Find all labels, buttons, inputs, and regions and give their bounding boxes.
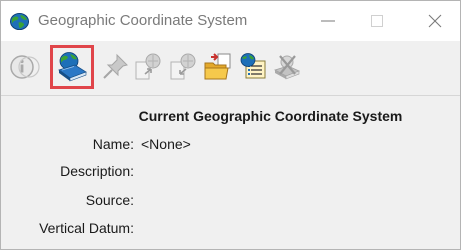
import-button[interactable] xyxy=(166,50,200,84)
import-icon xyxy=(170,53,196,80)
name-value: <None> xyxy=(141,136,191,152)
description-label: Description: xyxy=(60,163,134,179)
name-label: Name: xyxy=(92,136,134,152)
pin-button[interactable] xyxy=(99,50,133,84)
open-button[interactable] xyxy=(202,50,236,84)
maximize-button[interactable] xyxy=(364,8,390,34)
toolbar xyxy=(1,41,460,96)
select-coordinate-system-button[interactable] xyxy=(55,50,89,84)
export-icon xyxy=(135,53,161,80)
coordinate-system-panel: Current Geographic Coordinate System Nam… xyxy=(1,96,460,249)
export-button[interactable] xyxy=(131,50,165,84)
panel-heading: Current Geographic Coordinate System xyxy=(138,108,403,124)
pushpin-icon xyxy=(103,53,128,79)
window-title: Geographic Coordinate System xyxy=(38,12,248,29)
select-from-library-icon xyxy=(58,52,87,82)
coordinate-system-window: Geographic Coordinate System Current Geo… xyxy=(0,0,461,250)
minimize-button[interactable] xyxy=(315,8,341,34)
vertical-datum-label: Vertical Datum: xyxy=(39,220,134,236)
info-button[interactable] xyxy=(7,50,41,84)
delete-icon xyxy=(273,55,301,80)
close-button[interactable] xyxy=(422,8,448,34)
info-icon xyxy=(10,55,40,79)
delete-button[interactable] xyxy=(271,50,305,84)
globe-icon xyxy=(10,12,29,31)
title-bar[interactable]: Geographic Coordinate System xyxy=(1,1,460,41)
globe-list-icon xyxy=(240,53,266,79)
properties-button[interactable] xyxy=(237,50,271,84)
open-folder-icon xyxy=(204,53,231,80)
source-label: Source: xyxy=(85,192,134,208)
